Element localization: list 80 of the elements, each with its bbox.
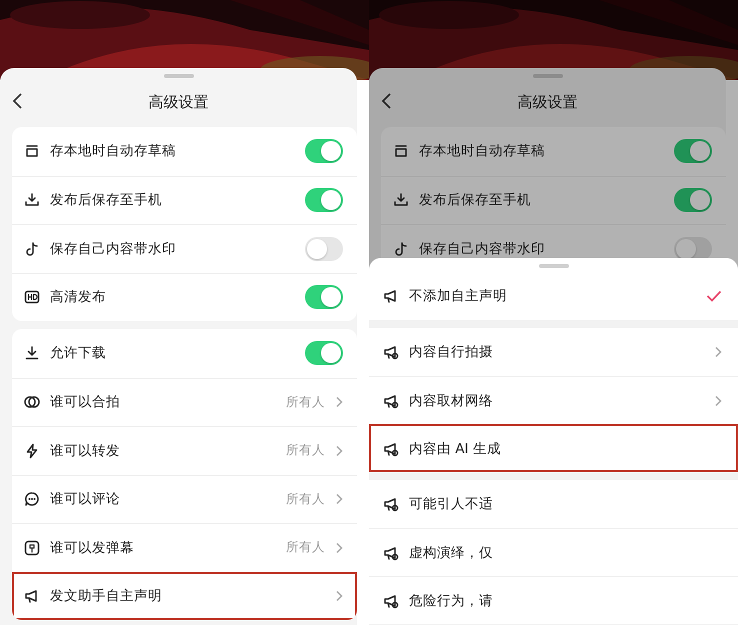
download-icon [24, 345, 40, 362]
comment-icon [24, 491, 40, 508]
download-icon [393, 192, 409, 208]
download-icon [24, 192, 40, 208]
setting-label: 发布后保存至手机 [419, 191, 532, 210]
setting-label: 存本地时自动存草稿 [419, 142, 546, 160]
megaphone-icon [383, 440, 399, 456]
toggle-switch[interactable] [674, 236, 712, 261]
chevron-icon [714, 346, 722, 358]
setting-row[interactable]: 高清发布 [12, 272, 357, 321]
option-label: 可能引人不适 [409, 495, 494, 513]
setting-label: 存本地时自动存草稿 [50, 142, 177, 160]
setting-row[interactable]: 发布后保存至手机 [12, 176, 357, 224]
toggle-switch[interactable] [305, 236, 343, 261]
bullet-comment-icon [24, 540, 40, 556]
setting-label: 发文助手自主声明 [50, 587, 163, 606]
setting-row[interactable]: 谁可以转发 所有人 [12, 426, 357, 474]
toggle-switch[interactable] [305, 285, 343, 310]
toggle-switch[interactable] [305, 188, 343, 212]
hd-icon [24, 289, 40, 306]
toggle-switch[interactable] [305, 139, 343, 164]
option-label: 内容由 AI 生成 [409, 440, 502, 458]
setting-label: 允许下载 [50, 344, 107, 362]
option-label: 内容自行拍摄 [409, 343, 494, 361]
toggle-switch[interactable] [674, 139, 712, 164]
chevron-icon [335, 396, 343, 408]
setting-row[interactable]: 谁可以合拍 所有人 [12, 378, 357, 426]
setting-label: 谁可以转发 [50, 442, 121, 460]
option-label: 危险行为，请 [409, 592, 494, 610]
setting-label: 谁可以发弹幕 [50, 538, 135, 557]
option-row[interactable]: 可能引人不适 [369, 480, 738, 528]
tray-icon [24, 143, 40, 160]
check-icon [706, 290, 722, 302]
option-label: 虚构演绎，仅 [409, 544, 494, 562]
setting-row[interactable]: 谁可以发弹幕 所有人 [12, 523, 357, 572]
page-title: 高级设置 [518, 93, 578, 112]
megaphone-icon [383, 392, 399, 408]
chevron-icon [335, 590, 343, 602]
setting-label: 谁可以评论 [50, 490, 121, 508]
highlighted-setting-row[interactable]: 发文助手自主声明 [12, 572, 357, 620]
chevron-icon [335, 493, 343, 506]
toggle-switch[interactable] [305, 341, 343, 366]
chevron-icon [335, 444, 343, 457]
megaphone-icon [383, 344, 399, 360]
setting-label: 保存自己内容带水印 [50, 240, 177, 258]
megaphone-icon [383, 544, 399, 560]
setting-label: 谁可以合拍 [50, 393, 121, 412]
setting-value: 所有人 [286, 394, 325, 411]
setting-value: 所有人 [286, 490, 325, 508]
page-title: 高级设置 [148, 93, 208, 112]
tray-icon [393, 143, 409, 160]
megaphone-icon [383, 496, 399, 512]
toggle-switch[interactable] [674, 188, 712, 212]
option-row[interactable]: 内容自行拍摄 [369, 328, 738, 376]
option-label: 不添加自主声明 [409, 287, 508, 305]
setting-row[interactable]: 发布后保存至手机 [381, 176, 726, 224]
overlap-circles-icon [24, 394, 40, 410]
option-row[interactable]: 虚构演绎，仅 [369, 528, 738, 576]
megaphone-icon [383, 288, 399, 304]
setting-label: 高清发布 [50, 288, 107, 306]
option-label: 内容取材网络 [409, 392, 494, 410]
highlighted-option-row[interactable]: 内容由 AI 生成 [369, 424, 738, 472]
megaphone-icon [24, 588, 40, 604]
chevron-icon [714, 394, 722, 406]
option-row[interactable]: 内容取材网络 [369, 376, 738, 424]
setting-label: 发布后保存至手机 [50, 191, 163, 210]
music-note-icon [24, 240, 40, 257]
setting-row[interactable]: 谁可以评论 所有人 [12, 474, 357, 523]
setting-label: 保存自己内容带水印 [419, 240, 546, 258]
lightning-icon [24, 442, 40, 459]
music-note-icon [393, 240, 409, 257]
option-row[interactable]: 危险行为，请 [369, 576, 738, 624]
chevron-icon [335, 542, 343, 554]
setting-row[interactable]: 存本地时自动存草稿 [381, 127, 726, 176]
megaphone-icon [383, 592, 399, 608]
setting-row[interactable]: 存本地时自动存草稿 [12, 127, 357, 176]
setting-row[interactable]: 允许下载 [12, 329, 357, 378]
setting-value: 所有人 [286, 442, 325, 460]
setting-value: 所有人 [286, 539, 325, 556]
setting-row[interactable]: 保存自己内容带水印 [12, 224, 357, 272]
